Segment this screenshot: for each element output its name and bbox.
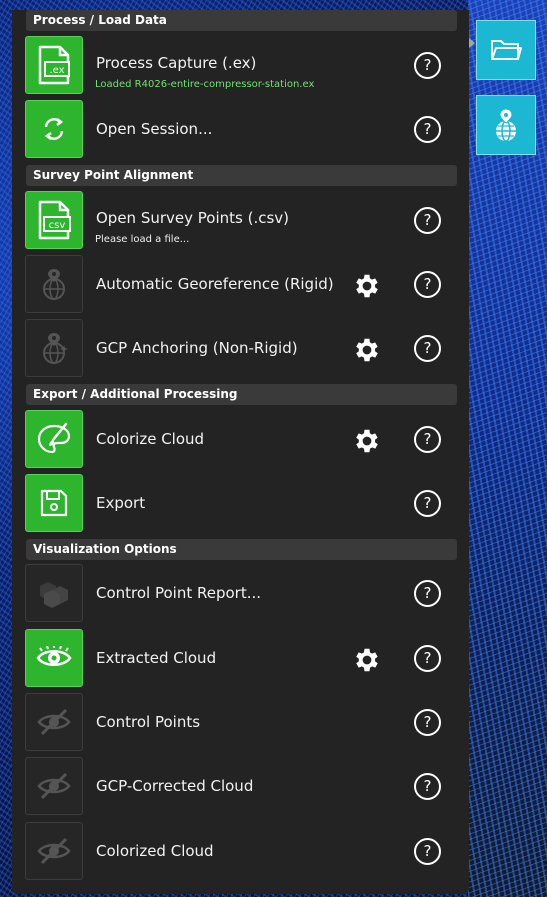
auto-georeference-label: Automatic Georeference (Rigid) bbox=[96, 275, 334, 293]
help-icon[interactable]: ? bbox=[414, 490, 441, 517]
control-points-label: Control Points bbox=[96, 713, 201, 731]
open-survey-points-label: Open Survey Points (.csv) bbox=[96, 209, 290, 227]
globe-pin-sparkle-icon bbox=[43, 333, 68, 364]
help-icon[interactable]: ? bbox=[414, 271, 441, 298]
export-row[interactable]: Export ? bbox=[25, 474, 445, 534]
loaded-file-status: Loaded R4026-entire-compressor-station.e… bbox=[95, 79, 315, 90]
section-header-process-load: Process / Load Data bbox=[26, 10, 457, 31]
report-cubes-icon bbox=[40, 582, 68, 608]
help-icon[interactable]: ? bbox=[414, 709, 441, 736]
load-data-side-button[interactable] bbox=[476, 20, 536, 80]
survey-points-status: Please load a file... bbox=[95, 234, 190, 245]
eye-icon bbox=[36, 646, 72, 666]
colorize-cloud-row[interactable]: Colorize Cloud ? bbox=[25, 410, 445, 470]
gear-icon[interactable] bbox=[352, 645, 382, 675]
open-session-label: Open Session... bbox=[96, 120, 213, 138]
gcp-corrected-cloud-toggle[interactable] bbox=[25, 757, 83, 815]
svg-text:.ex: .ex bbox=[49, 65, 64, 76]
paint-palette-icon bbox=[37, 422, 71, 454]
help-icon[interactable]: ? bbox=[414, 207, 441, 234]
csv-file-icon: csv bbox=[38, 200, 71, 240]
auto-georeference-button[interactable] bbox=[25, 255, 83, 313]
gear-icon[interactable] bbox=[352, 335, 382, 365]
help-icon[interactable]: ? bbox=[414, 838, 441, 865]
eye-off-icon bbox=[37, 772, 71, 800]
help-icon[interactable]: ? bbox=[414, 52, 441, 79]
gear-icon[interactable] bbox=[352, 271, 382, 301]
gcp-corrected-cloud-label: GCP-Corrected Cloud bbox=[96, 777, 254, 795]
extracted-cloud-toggle[interactable] bbox=[25, 629, 83, 687]
folder-icon bbox=[491, 40, 522, 60]
export-label: Export bbox=[96, 494, 146, 512]
control-point-report-row[interactable]: Control Point Report... ? bbox=[25, 564, 445, 624]
open-survey-points-row[interactable]: csv Open Survey Points (.csv) Please loa… bbox=[25, 191, 445, 251]
process-capture-button[interactable]: .ex bbox=[25, 36, 83, 94]
colorize-cloud-button[interactable] bbox=[25, 410, 83, 468]
help-icon[interactable]: ? bbox=[414, 335, 441, 362]
open-session-button[interactable] bbox=[25, 100, 83, 158]
control-points-row[interactable]: Control Points ? bbox=[25, 693, 445, 753]
gcp-corrected-cloud-row[interactable]: GCP-Corrected Cloud ? bbox=[25, 757, 445, 817]
help-icon[interactable]: ? bbox=[414, 580, 441, 607]
open-survey-points-button[interactable]: csv bbox=[25, 191, 83, 249]
section-header-survey-alignment: Survey Point Alignment bbox=[26, 165, 457, 186]
open-session-row[interactable]: Open Session... ? bbox=[25, 100, 445, 160]
svg-text:csv: csv bbox=[49, 220, 66, 231]
colorized-cloud-toggle[interactable] bbox=[25, 822, 83, 880]
extracted-cloud-label: Extracted Cloud bbox=[96, 649, 217, 667]
help-icon[interactable]: ? bbox=[414, 645, 441, 672]
section-header-visualization: Visualization Options bbox=[26, 539, 457, 560]
control-point-report-label: Control Point Report... bbox=[96, 584, 262, 602]
section-header-export: Export / Additional Processing bbox=[26, 384, 457, 405]
export-button[interactable] bbox=[25, 474, 83, 532]
auto-georeference-row[interactable]: Automatic Georeference (Rigid) ? bbox=[25, 255, 445, 315]
colorize-cloud-label: Colorize Cloud bbox=[96, 430, 205, 448]
help-icon[interactable]: ? bbox=[414, 116, 441, 143]
eye-off-icon bbox=[37, 837, 71, 865]
extracted-cloud-row[interactable]: Extracted Cloud ? bbox=[25, 629, 445, 689]
panel-pointer bbox=[469, 38, 475, 48]
ex-file-icon: .ex bbox=[38, 45, 70, 85]
colorized-cloud-label: Colorized Cloud bbox=[96, 842, 214, 860]
gcp-anchoring-button[interactable] bbox=[25, 319, 83, 377]
gear-icon[interactable] bbox=[352, 426, 382, 456]
save-icon bbox=[40, 489, 68, 517]
globe-pin-icon bbox=[43, 269, 65, 300]
process-capture-label: Process Capture (.ex) bbox=[96, 54, 257, 72]
globe-pin-icon bbox=[496, 108, 516, 142]
georeference-side-button[interactable] bbox=[476, 95, 536, 155]
refresh-icon bbox=[44, 118, 64, 140]
control-point-report-button[interactable] bbox=[25, 564, 83, 622]
colorized-cloud-row[interactable]: Colorized Cloud ? bbox=[25, 822, 445, 882]
gcp-anchoring-row[interactable]: GCP Anchoring (Non-Rigid) ? bbox=[25, 319, 445, 379]
help-icon[interactable]: ? bbox=[414, 773, 441, 800]
gcp-anchoring-label: GCP Anchoring (Non-Rigid) bbox=[96, 339, 298, 357]
help-icon[interactable]: ? bbox=[414, 426, 441, 453]
process-capture-row[interactable]: .ex Process Capture (.ex) Loaded R4026-e… bbox=[25, 36, 445, 96]
eye-off-icon bbox=[37, 708, 71, 736]
control-points-toggle[interactable] bbox=[25, 693, 83, 751]
